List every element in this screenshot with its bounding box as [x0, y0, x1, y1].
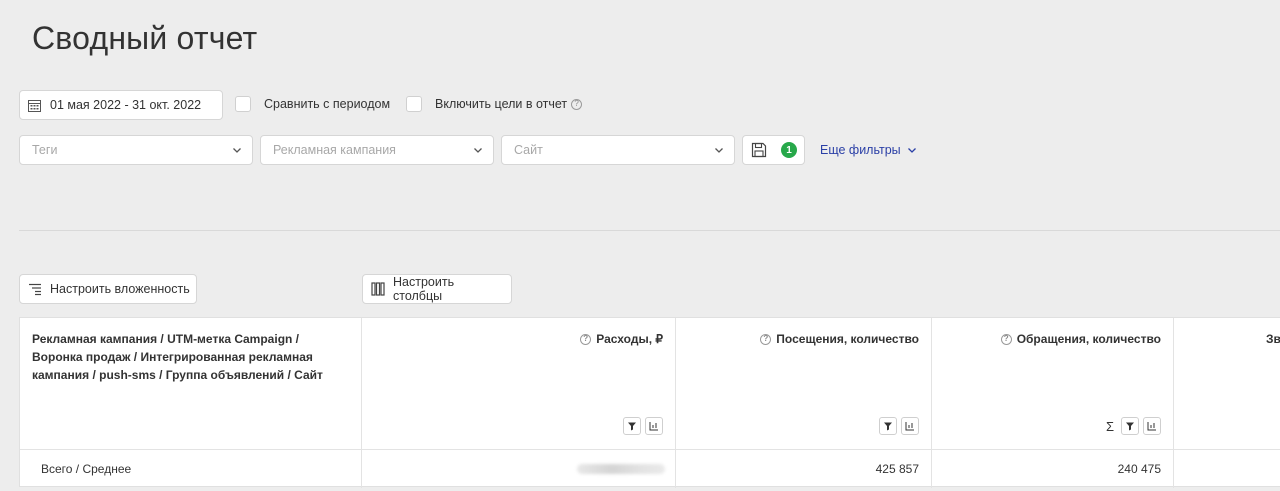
site-placeholder: Сайт — [514, 143, 543, 157]
saved-filters-button[interactable]: 1 — [742, 135, 805, 165]
chevron-down-icon — [232, 145, 242, 155]
column-header-label: Расходы, ₽ — [596, 332, 663, 346]
include-goals-label: Включить цели в отчет — [435, 97, 568, 111]
chevron-down-icon — [714, 145, 724, 155]
tags-select[interactable]: Теги — [19, 135, 253, 165]
nesting-icon — [28, 282, 42, 296]
configure-columns-label: Настроить столбцы — [393, 275, 455, 303]
help-icon[interactable]: ? — [571, 98, 583, 110]
chevron-down-icon — [907, 145, 917, 155]
chevron-down-icon — [473, 145, 483, 155]
campaign-placeholder: Рекламная кампания — [273, 143, 396, 157]
include-goals-box[interactable] — [406, 96, 422, 112]
tags-placeholder: Теги — [32, 143, 58, 157]
chart-icon[interactable] — [645, 417, 663, 435]
date-range-value: 01 мая 2022 - 31 окт. 2022 — [50, 98, 202, 112]
saved-count-badge: 1 — [781, 142, 797, 158]
filter-icon[interactable] — [879, 417, 897, 435]
help-icon[interactable]: ? — [580, 333, 592, 345]
column-header-expenses[interactable]: ? Расходы, ₽ — [362, 318, 676, 449]
total-visits-value: 425 857 — [676, 450, 932, 488]
compare-period-checkbox[interactable]: Сравнить с периодом — [235, 96, 390, 112]
filter-icon[interactable] — [1121, 417, 1139, 435]
calendar-icon — [28, 99, 41, 112]
campaign-select[interactable]: Рекламная кампания — [260, 135, 494, 165]
chart-icon[interactable] — [1143, 417, 1161, 435]
total-expenses-value — [362, 450, 676, 488]
total-requests-value: 240 475 — [932, 450, 1174, 488]
help-icon[interactable]: ? — [1000, 333, 1012, 345]
page-title: Сводный отчет — [32, 20, 258, 56]
blurred-value — [577, 464, 665, 474]
column-header-requests[interactable]: ? Обращения, количество Σ — [932, 318, 1174, 449]
configure-columns-button[interactable]: Настроить столбцы — [362, 274, 512, 304]
column-header-label: Обращения, количество — [1016, 332, 1161, 346]
column-header-label: Зво — [1266, 332, 1280, 346]
column-header-visits[interactable]: ? Посещения, количество — [676, 318, 932, 449]
chart-icon[interactable] — [901, 417, 919, 435]
compare-period-label: Сравнить с периодом — [264, 97, 391, 111]
save-icon — [751, 142, 767, 158]
help-icon[interactable]: ? — [760, 333, 772, 345]
section-divider — [19, 230, 1280, 231]
dimension-header[interactable]: Рекламная кампания / UTM-метка Campaign … — [20, 318, 362, 449]
include-goals-checkbox[interactable]: Включить цели в отчет ? — [406, 96, 583, 112]
total-row-label: Всего / Среднее — [20, 450, 362, 488]
column-header-calls[interactable]: Зво — [1174, 318, 1280, 449]
filter-icon[interactable] — [623, 417, 641, 435]
configure-nesting-label: Настроить вложенность — [50, 282, 190, 296]
date-range-picker[interactable]: 01 мая 2022 - 31 окт. 2022 — [19, 90, 223, 120]
column-header-label: Посещения, количество — [776, 332, 919, 346]
columns-icon — [371, 282, 385, 296]
site-select[interactable]: Сайт — [501, 135, 735, 165]
summary-table: Рекламная кампания / UTM-метка Campaign … — [19, 317, 1280, 488]
more-filters-link[interactable]: Еще фильтры — [820, 143, 917, 157]
sum-icon[interactable]: Σ — [1106, 419, 1114, 434]
table-row: Всего / Среднее 425 857 240 475 — [20, 449, 1280, 488]
more-filters-label: Еще фильтры — [820, 143, 901, 157]
compare-period-box[interactable] — [235, 96, 251, 112]
configure-nesting-button[interactable]: Настроить вложенность — [19, 274, 197, 304]
